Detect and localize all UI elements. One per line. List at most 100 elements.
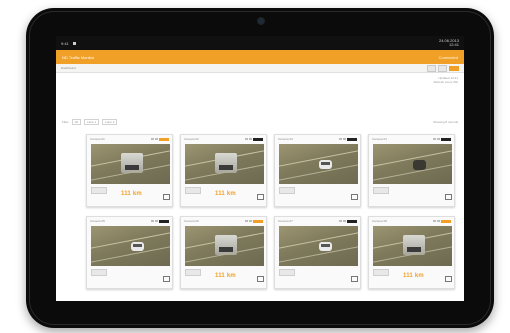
- camera-card[interactable]: Camera 05: [86, 216, 173, 289]
- card-header: Camera 03: [275, 135, 360, 143]
- status-tag: [253, 219, 263, 223]
- card-header: Camera 05: [87, 217, 172, 225]
- tag-dot-icon: [339, 220, 342, 222]
- camera-card[interactable]: Camera 01 111 km: [86, 134, 173, 207]
- camera-card[interactable]: Camera 08 111 km: [368, 216, 455, 289]
- card-header: Camera 02: [181, 135, 266, 143]
- meta-info: Updated 12:41 Refresh every 30s: [434, 76, 458, 84]
- search-button[interactable]: [449, 65, 459, 71]
- camera-label: Camera 03: [278, 137, 293, 141]
- traffic-photo[interactable]: [185, 226, 264, 266]
- expand-icon[interactable]: [351, 276, 358, 282]
- card-tags: [151, 219, 169, 223]
- plate-badge: [279, 187, 295, 194]
- card-header: Camera 08: [369, 217, 454, 225]
- plate-badge: [91, 269, 107, 276]
- status-time: 9:41: [61, 40, 69, 46]
- camera-card[interactable]: Camera 06 111 km: [180, 216, 267, 289]
- card-readout: [91, 269, 170, 285]
- tag-dot-icon: [343, 220, 346, 222]
- camera-card[interactable]: Camera 03: [274, 134, 361, 207]
- plate-badge: [373, 269, 389, 276]
- expand-icon[interactable]: [351, 194, 358, 200]
- filter-chip[interactable]: All: [71, 119, 82, 125]
- traffic-photo[interactable]: [279, 226, 358, 266]
- record-count: Showing 8 records: [433, 120, 458, 124]
- plate-badge: [185, 187, 201, 194]
- filter-chip[interactable]: Lane 2: [102, 119, 118, 125]
- expand-icon[interactable]: [257, 194, 264, 200]
- card-tags: [433, 219, 451, 223]
- status-tag: [253, 137, 263, 141]
- camera-card[interactable]: Camera 04: [368, 134, 455, 207]
- tag-dot-icon: [437, 220, 440, 222]
- camera-label: Camera 05: [90, 219, 105, 223]
- traffic-photo[interactable]: [91, 144, 170, 184]
- card-readout: 111 km: [185, 269, 264, 285]
- camera-label: Camera 01: [90, 137, 105, 141]
- card-header: Camera 07: [275, 217, 360, 225]
- tag-dot-icon: [343, 138, 346, 140]
- speed-value: 111 km: [215, 273, 236, 279]
- card-header: Camera 04: [369, 135, 454, 143]
- signal-icon: [72, 41, 76, 45]
- plate-badge: [185, 269, 201, 276]
- camera-label: Camera 08: [372, 219, 387, 223]
- vehicle-image: [215, 153, 237, 173]
- tag-dot-icon: [249, 220, 252, 222]
- filter-chip[interactable]: Lane 1: [84, 119, 100, 125]
- expand-icon[interactable]: [445, 276, 452, 282]
- card-readout: 111 km: [185, 187, 264, 203]
- camera-label: Camera 07: [278, 219, 293, 223]
- vehicle-image: [319, 242, 332, 251]
- app-header: ND Traffic Monitor Connected: [56, 50, 464, 64]
- vehicle-image: [413, 160, 426, 170]
- card-tags: [339, 219, 357, 223]
- traffic-photo[interactable]: [185, 144, 264, 184]
- date-input[interactable]: [427, 64, 436, 72]
- expand-icon[interactable]: [163, 194, 170, 200]
- camera-label: Camera 02: [184, 137, 199, 141]
- traffic-photo[interactable]: [373, 226, 452, 266]
- camera-card[interactable]: Camera 02 111 km: [180, 134, 267, 207]
- traffic-photo[interactable]: [279, 144, 358, 184]
- vehicle-image: [131, 242, 144, 251]
- filter-label: Filter: [62, 120, 69, 124]
- card-readout: 111 km: [373, 269, 452, 285]
- breadcrumb-bar: Dashboard: [56, 64, 464, 73]
- plate-badge: [279, 269, 295, 276]
- vehicle-image: [215, 235, 237, 255]
- plate-badge: [91, 187, 107, 194]
- front-camera: [258, 18, 264, 24]
- expand-icon[interactable]: [163, 276, 170, 282]
- tablet-device: 9:41 24.06.2013 12:41 ND Traffic Monitor…: [26, 8, 494, 328]
- card-readout: [279, 187, 358, 203]
- status-bar: 9:41 24.06.2013 12:41: [56, 36, 464, 50]
- page: 9:41 24.06.2013 12:41 ND Traffic Monitor…: [0, 0, 510, 333]
- tag-dot-icon: [245, 138, 248, 140]
- speed-value: 111 km: [215, 191, 236, 197]
- traffic-photo[interactable]: [91, 226, 170, 266]
- status-tag: [347, 137, 357, 141]
- status-tag: [159, 219, 169, 223]
- time-input[interactable]: [438, 64, 447, 72]
- speed-value: 111 km: [403, 273, 424, 279]
- breadcrumb[interactable]: Dashboard: [61, 66, 76, 70]
- card-readout: [279, 269, 358, 285]
- tag-dot-icon: [151, 220, 154, 222]
- tag-dot-icon: [433, 220, 436, 222]
- toolbar: [427, 64, 459, 72]
- expand-icon[interactable]: [257, 276, 264, 282]
- card-tags: [245, 219, 263, 223]
- traffic-photo[interactable]: [373, 144, 452, 184]
- filter-bar: Filter All Lane 1 Lane 2 Showing 8 recor…: [62, 119, 458, 125]
- status-tag: [159, 137, 169, 141]
- app-title: ND Traffic Monitor: [62, 54, 95, 60]
- camera-label: Camera 04: [372, 137, 387, 141]
- expand-icon[interactable]: [445, 194, 452, 200]
- tag-dot-icon: [245, 220, 248, 222]
- tag-dot-icon: [339, 138, 342, 140]
- status-left: 9:41: [61, 41, 76, 46]
- filters: Filter All Lane 1 Lane 2: [62, 119, 118, 125]
- camera-card[interactable]: Camera 07: [274, 216, 361, 289]
